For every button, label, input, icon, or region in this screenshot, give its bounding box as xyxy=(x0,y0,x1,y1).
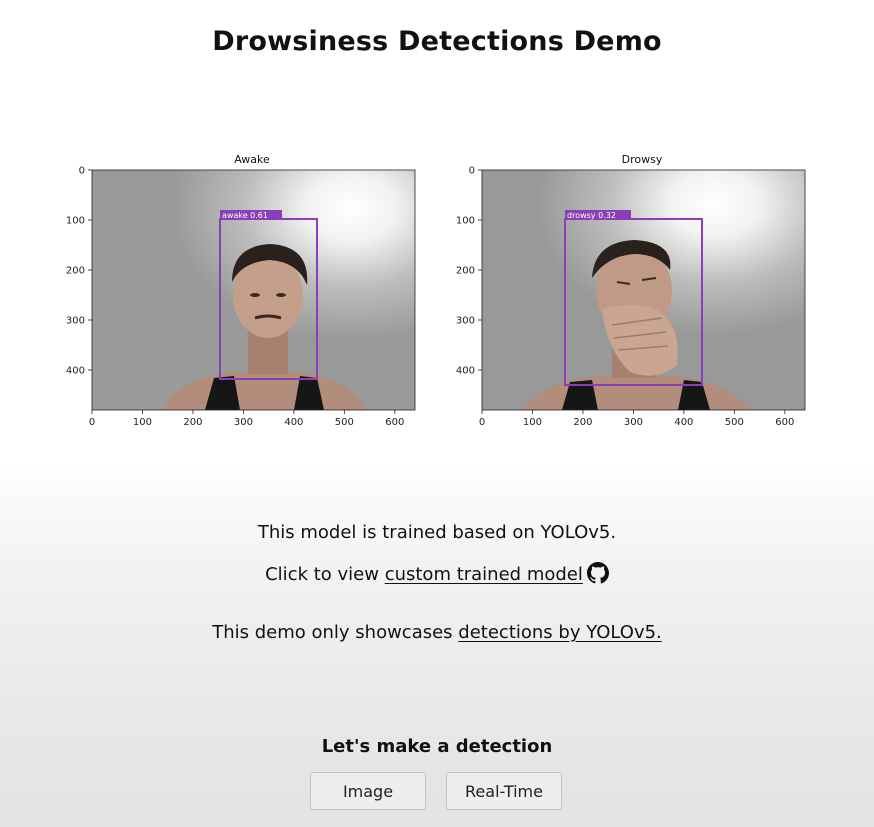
x-tick-label: 500 xyxy=(725,417,744,428)
y-tick-label: 400 xyxy=(456,366,475,377)
x-tick-label: 400 xyxy=(674,417,693,428)
x-tick-label: 200 xyxy=(183,417,202,428)
x-axis-ticks: 0 100 200 300 400 500 600 xyxy=(479,410,794,428)
y-tick-label: 100 xyxy=(66,216,85,227)
drowsy-photo xyxy=(482,170,805,410)
x-tick-label: 600 xyxy=(775,417,794,428)
detections-link[interactable]: detections by YOLOv5. xyxy=(458,622,661,643)
custom-model-line: Click to view custom trained model xyxy=(0,562,874,589)
github-icon[interactable] xyxy=(586,562,609,589)
x-tick-label: 500 xyxy=(335,417,354,428)
y-tick-label: 0 xyxy=(79,166,85,177)
x-tick-label: 100 xyxy=(523,417,542,428)
x-tick-label: 200 xyxy=(573,417,592,428)
y-tick-label: 300 xyxy=(456,316,475,327)
custom-model-prefix: Click to view xyxy=(265,564,385,585)
image-button[interactable]: Image xyxy=(310,772,426,810)
y-axis-ticks: 0 100 200 300 400 xyxy=(456,166,482,377)
y-tick-label: 0 xyxy=(469,166,475,177)
x-tick-label: 0 xyxy=(89,417,95,428)
y-tick-label: 200 xyxy=(66,266,85,277)
y-tick-label: 300 xyxy=(66,316,85,327)
x-tick-label: 300 xyxy=(624,417,643,428)
awake-detection-plot: Awake awake 0.61 0 100 200 300 400 500 600 0 10… xyxy=(62,150,442,440)
awake-plot-svg: Awake awake 0.61 0 100 200 300 400 500 600 0 10… xyxy=(66,153,416,428)
detection-label: awake 0.61 xyxy=(222,211,268,220)
plot-title: Drowsy xyxy=(622,153,663,166)
drowsy-plot-svg: Drowsy drowsy 0.32 0 100 200 300 400 500 600 0… xyxy=(456,153,806,428)
awake-photo xyxy=(92,170,415,410)
x-tick-label: 600 xyxy=(385,417,404,428)
y-tick-label: 200 xyxy=(456,266,475,277)
page-title: Drowsiness Detections Demo xyxy=(212,26,662,57)
detection-label: drowsy 0.32 xyxy=(567,211,616,220)
x-tick-label: 400 xyxy=(284,417,303,428)
y-tick-label: 400 xyxy=(66,366,85,377)
model-info-text: This model is trained based on YOLOv5. xyxy=(257,522,617,543)
y-tick-label: 100 xyxy=(456,216,475,227)
y-axis-ticks: 0 100 200 300 400 xyxy=(66,166,92,377)
realtime-button[interactable]: Real-Time xyxy=(446,772,562,810)
custom-model-link[interactable]: custom trained model xyxy=(385,564,583,585)
plot-title: Awake xyxy=(234,153,270,166)
cta-heading: Let's make a detection xyxy=(321,736,553,757)
x-tick-label: 0 xyxy=(479,417,485,428)
demo-info-line: This demo only showcases detections by Y… xyxy=(0,622,874,643)
x-tick-label: 100 xyxy=(133,417,152,428)
drowsy-detection-plot: Drowsy drowsy 0.32 0 100 200 300 400 500 600 0… xyxy=(452,150,832,440)
x-axis-ticks: 0 100 200 300 400 500 600 xyxy=(89,410,404,428)
x-tick-label: 300 xyxy=(234,417,253,428)
demo-info-prefix: This demo only showcases xyxy=(212,622,459,643)
